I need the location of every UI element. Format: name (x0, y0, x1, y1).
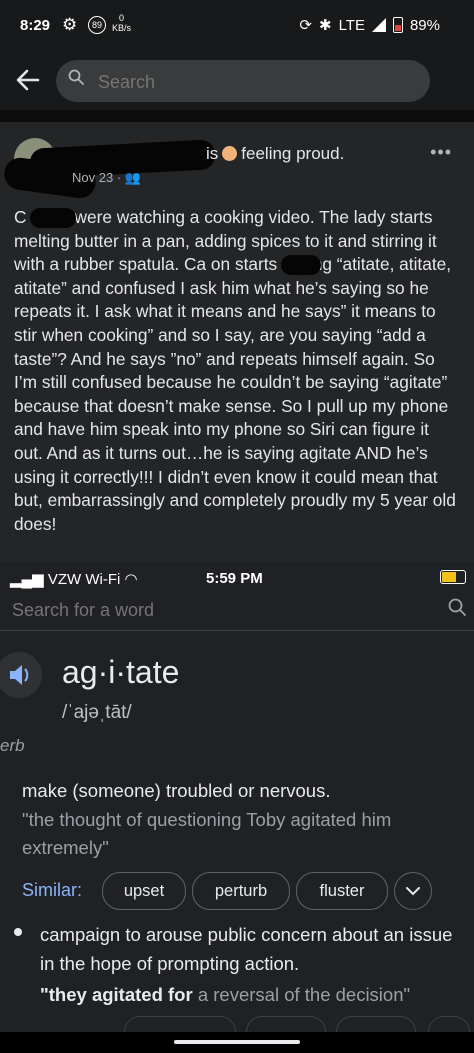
status-right-group: ⟳ ✱ LTE 89% (299, 16, 440, 35)
list-bullet (14, 928, 22, 936)
search-header (0, 52, 474, 110)
battery-percent: 89% (409, 16, 440, 34)
example-2-bold: "they agitated for (40, 984, 193, 1005)
headword: ag·i·tate (62, 654, 180, 690)
charging-battery-icon (440, 570, 466, 584)
similar-chip-upset[interactable]: upset (102, 872, 186, 910)
example-2-rest: a reversal of the decision" (192, 984, 411, 1005)
back-arrow-icon[interactable] (14, 66, 42, 94)
similar-label: Similar: (22, 880, 83, 900)
part-of-speech: erb (0, 736, 25, 755)
redaction-mark (30, 208, 76, 228)
network-type: LTE (338, 16, 365, 34)
more-options-icon[interactable]: ••• (430, 142, 452, 163)
similar-chip-perturb[interactable]: perturb (192, 872, 290, 910)
definition-2: campaign to arouse public concern about … (40, 924, 453, 974)
similar-chip-fluster[interactable]: fluster (296, 872, 388, 910)
post-body: C and I were watching a cooking video. T… (14, 207, 456, 534)
expand-similar-button[interactable] (394, 872, 432, 910)
search-icon (68, 69, 84, 85)
friends-audience-icon: 👥 (124, 170, 141, 185)
pronunciation-speaker-icon[interactable] (0, 652, 42, 698)
phonetic-spelling: /ˈajəˌtāt/ (62, 702, 132, 723)
carrier-name: VZW Wi-Fi (47, 571, 121, 588)
network-speed: 0 KB/s (112, 13, 131, 33)
wifi-icon: ◠ (124, 571, 138, 588)
word-search-input[interactable] (10, 594, 434, 626)
proud-emoji-icon (222, 146, 238, 161)
status-bar: 8:29 ⚙ 89 0 KB/s ⟳ ✱ LTE 89% (0, 0, 474, 52)
signal-icon (371, 18, 386, 32)
status-time: 8:29 (20, 17, 51, 34)
search-icon (448, 598, 466, 616)
embedded-time: 5:59 PM (206, 570, 263, 587)
post-date[interactable]: Nov 23 · 👥 (72, 170, 141, 186)
speed-value: 0 (119, 13, 125, 23)
search-box[interactable] (56, 60, 430, 104)
feeling-text: feeling proud. (241, 144, 345, 163)
notification-count-badge: 89 (88, 16, 106, 34)
embedded-status-bar: ▂▄▆ VZW Wi-Fi ◠ 5:59 PM (10, 568, 466, 590)
gesture-nav-bar[interactable] (0, 1032, 474, 1053)
example-2: "they agitated for a reversal of the dec… (40, 980, 474, 1009)
speed-unit: KB/s (112, 23, 132, 33)
gear-icon: ⚙ (62, 15, 78, 34)
search-input[interactable] (96, 60, 420, 104)
example-1: "the thought of questioning Toby agitate… (22, 809, 392, 858)
bluetooth-icon: ✱ (318, 17, 332, 34)
word-search-bar[interactable] (0, 590, 474, 631)
section-divider (0, 110, 474, 122)
sync-icon: ⟳ (299, 17, 312, 34)
battery-icon (392, 17, 403, 33)
carrier-label: ▂▄▆ VZW Wi-Fi ◠ (10, 571, 138, 588)
embedded-screenshot[interactable]: ▂▄▆ VZW Wi-Fi ◠ 5:59 PM ag·i·tate /ˈajəˌ… (0, 562, 474, 1037)
home-indicator[interactable] (174, 1040, 300, 1044)
feeling-status: is feeling proud. (206, 144, 345, 163)
redaction-mark (281, 255, 321, 275)
post-card: is feeling proud. Nov 23 · 👥 ••• C and I … (0, 122, 474, 562)
post-date-text: Nov 23 · (72, 170, 122, 185)
definition-1: make (someone) troubled or nervous. (22, 780, 331, 801)
chevron-down-icon (406, 887, 420, 896)
